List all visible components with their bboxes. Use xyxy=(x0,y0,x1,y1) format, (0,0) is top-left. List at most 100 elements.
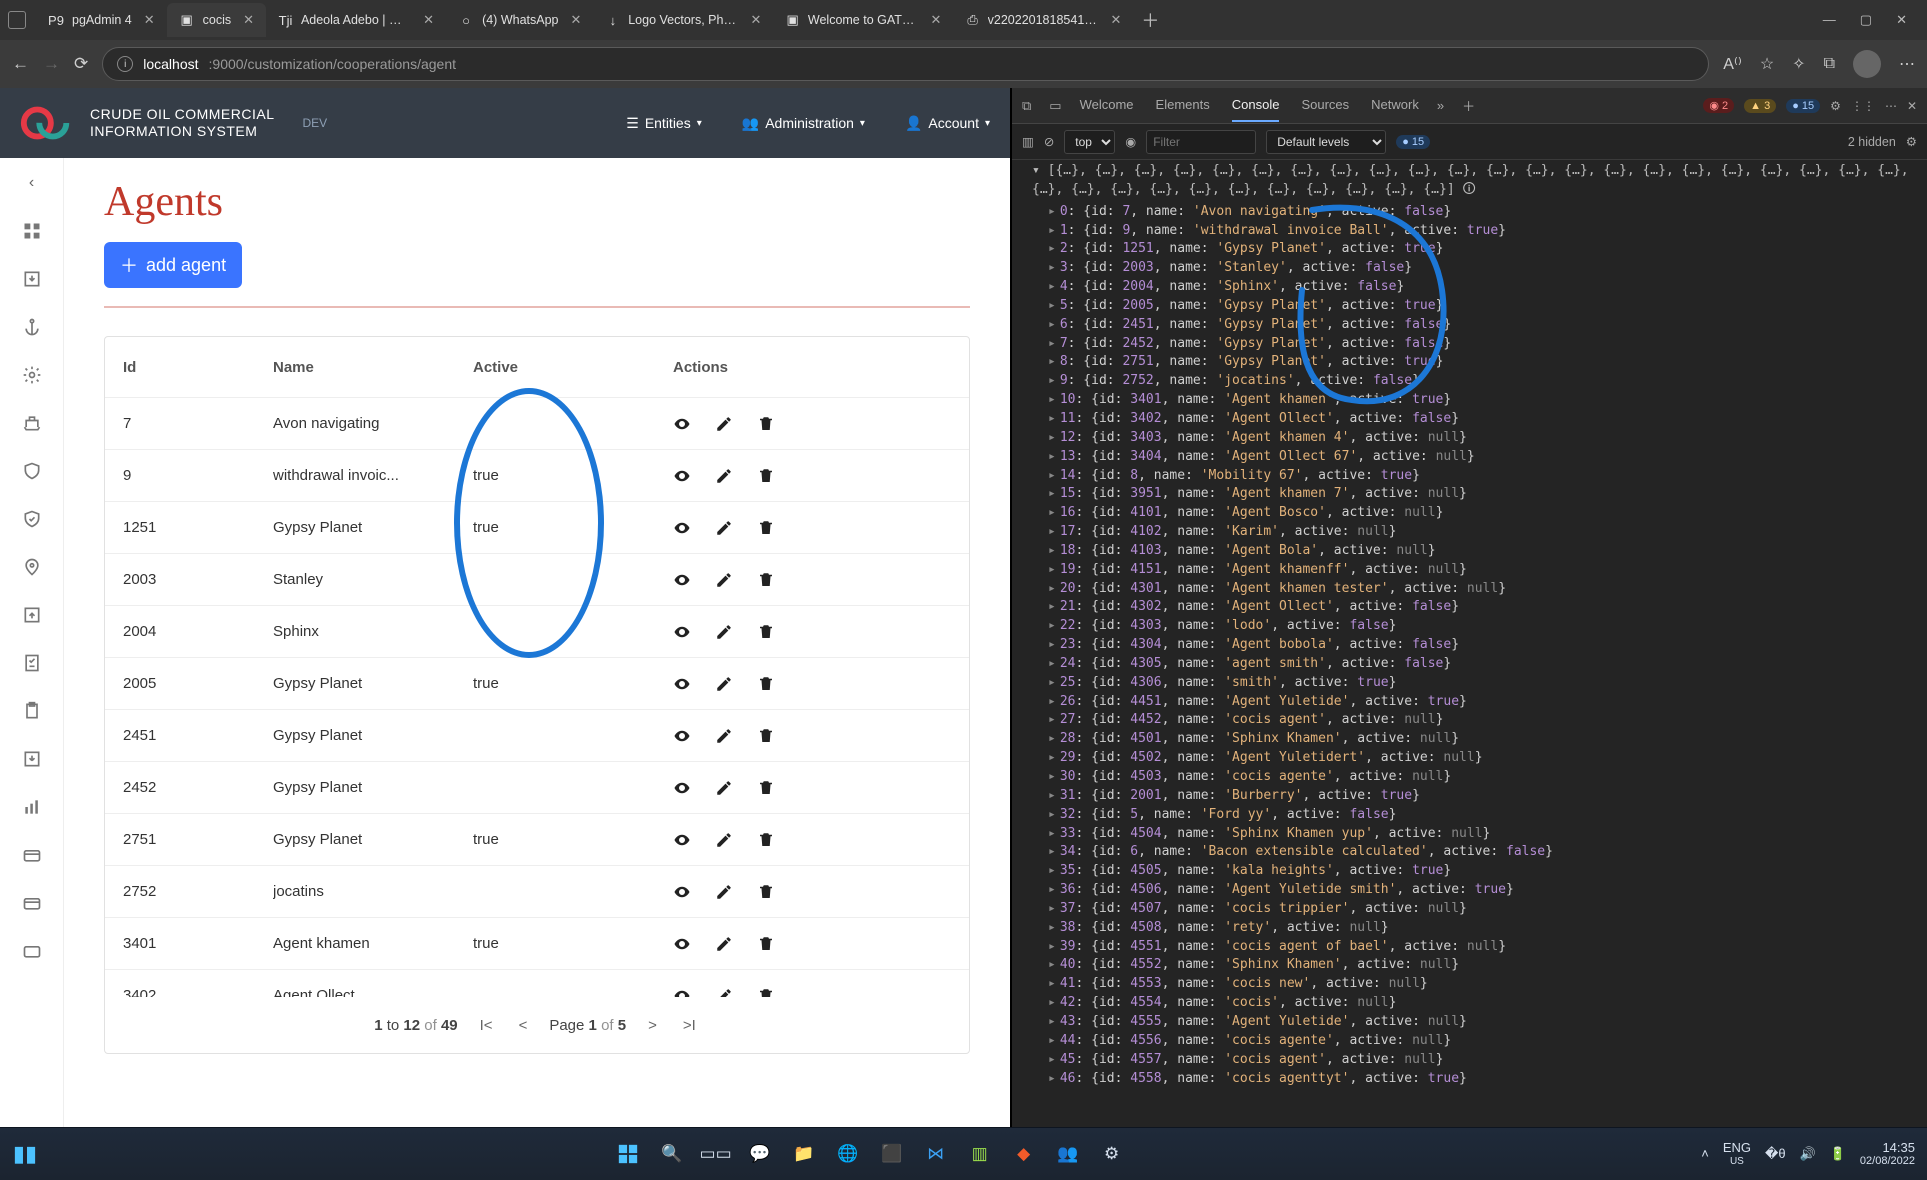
console-entry[interactable]: ▸1: {id: 9, name: 'withdrawal invoice Ba… xyxy=(1020,222,1919,241)
console-entry[interactable]: ▸0: {id: 7, name: 'Avon navigating', act… xyxy=(1020,203,1919,222)
console-entry[interactable]: ▸5: {id: 2005, name: 'Gypsy Planet', act… xyxy=(1020,297,1919,316)
console-entry[interactable]: ▸7: {id: 2452, name: 'Gypsy Planet', act… xyxy=(1020,335,1919,354)
card-icon[interactable] xyxy=(21,844,43,866)
info-badge[interactable]: ● 15 xyxy=(1786,99,1820,113)
hidden-count[interactable]: 2 hidden xyxy=(1848,135,1896,149)
console-entry[interactable]: ▸27: {id: 4452, name: 'cocis agent', act… xyxy=(1020,711,1919,730)
anchor-icon[interactable] xyxy=(21,316,43,338)
device-icon[interactable]: ▭ xyxy=(1049,98,1061,114)
console-entry[interactable]: ▸46: {id: 4558, name: 'cocis agenttyt', … xyxy=(1020,1070,1919,1089)
delete-icon[interactable] xyxy=(757,519,775,537)
read-aloud-icon[interactable]: A⁽⁾ xyxy=(1723,54,1742,74)
console-entry[interactable]: ▸36: {id: 4506, name: 'Agent Yuletide sm… xyxy=(1020,881,1919,900)
view-icon[interactable] xyxy=(673,571,691,589)
console-entry[interactable]: ▸35: {id: 4505, name: 'kala heights', ac… xyxy=(1020,862,1919,881)
edit-icon[interactable] xyxy=(715,779,733,797)
console-entry[interactable]: ▸45: {id: 4557, name: 'cocis agent', act… xyxy=(1020,1051,1919,1070)
browser-tab[interactable]: ↓Logo Vectors, Photos✕ xyxy=(593,3,773,37)
edit-icon[interactable] xyxy=(715,519,733,537)
array-expanded[interactable]: ▾ [{…}, {…}, {…}, {…}, {…}, {…}, {…}, {…… xyxy=(1020,162,1919,200)
sidebar-collapse-icon[interactable]: ‹ xyxy=(21,172,43,194)
console-entry[interactable]: ▸43: {id: 4555, name: 'Agent Yuletide', … xyxy=(1020,1013,1919,1032)
context-select[interactable]: top xyxy=(1064,130,1115,154)
view-icon[interactable] xyxy=(673,883,691,901)
console-entry[interactable]: ▸29: {id: 4502, name: 'Agent Yuletidert'… xyxy=(1020,749,1919,768)
console-entry[interactable]: ▸37: {id: 4507, name: 'cocis trippier', … xyxy=(1020,900,1919,919)
back-icon[interactable]: ← xyxy=(12,54,29,74)
teams-icon[interactable]: 👥 xyxy=(1055,1141,1081,1167)
edge-icon[interactable]: 🌐 xyxy=(835,1141,861,1167)
start-icon[interactable] xyxy=(615,1141,641,1167)
reload-icon[interactable]: ⟳ xyxy=(74,54,88,74)
clear-icon[interactable]: ⊘ xyxy=(1044,134,1054,149)
devtools-tab[interactable]: Welcome xyxy=(1080,89,1134,122)
maximize-icon[interactable]: ▢ xyxy=(1860,12,1872,28)
delete-icon[interactable] xyxy=(757,571,775,589)
edit-icon[interactable] xyxy=(715,415,733,433)
wifi-icon[interactable]: �θ xyxy=(1765,1146,1786,1162)
tab-close-icon[interactable]: ✕ xyxy=(144,12,155,28)
view-icon[interactable] xyxy=(673,623,691,641)
site-info-icon[interactable]: i xyxy=(117,56,133,72)
eye-icon[interactable]: ◉ xyxy=(1125,134,1136,149)
console-entry[interactable]: ▸18: {id: 4103, name: 'Agent Bola', acti… xyxy=(1020,542,1919,561)
widgets-icon[interactable]: ▮▮ xyxy=(12,1141,38,1167)
inspect-icon[interactable]: ⧉ xyxy=(1022,98,1031,114)
favorites-bar-icon[interactable]: ✧ xyxy=(1792,54,1805,74)
view-icon[interactable] xyxy=(673,727,691,745)
brave-icon[interactable]: ◆ xyxy=(1011,1141,1037,1167)
delete-icon[interactable] xyxy=(757,831,775,849)
view-icon[interactable] xyxy=(673,675,691,693)
lang-label[interactable]: ENG xyxy=(1723,1141,1751,1155)
tab-close-icon[interactable]: ✕ xyxy=(1110,12,1121,28)
console-entry[interactable]: ▸12: {id: 3403, name: 'Agent khamen 4', … xyxy=(1020,429,1919,448)
issues-badge[interactable]: ● 15 xyxy=(1396,135,1430,149)
console-entry[interactable]: ▸11: {id: 3402, name: 'Agent Ollect', ac… xyxy=(1020,410,1919,429)
terminal-icon[interactable]: ⬛ xyxy=(879,1141,905,1167)
console-entry[interactable]: ▸19: {id: 4151, name: 'Agent khamenff', … xyxy=(1020,561,1919,580)
console-entry[interactable]: ▸38: {id: 4508, name: 'rety', active: nu… xyxy=(1020,919,1919,938)
tray-chevron-icon[interactable]: ˄ xyxy=(1701,1146,1709,1161)
export-icon[interactable] xyxy=(21,748,43,770)
browser-tab[interactable]: ⎙v22022018185417487✕ xyxy=(953,3,1133,37)
console-entry[interactable]: ▸3: {id: 2003, name: 'Stanley', active: … xyxy=(1020,259,1919,278)
browser-tab[interactable]: TjiAdeola Adebo | Micro✕ xyxy=(266,3,446,37)
edit-icon[interactable] xyxy=(715,727,733,745)
view-icon[interactable] xyxy=(673,779,691,797)
new-tab-button[interactable]: ＋ xyxy=(1141,7,1159,33)
browser-tab[interactable]: ○(4) WhatsApp✕ xyxy=(446,3,593,37)
add-panel-icon[interactable]: ＋ xyxy=(1462,96,1475,115)
console-entry[interactable]: ▸26: {id: 4451, name: 'Agent Yuletide', … xyxy=(1020,693,1919,712)
console-entry[interactable]: ▸28: {id: 4501, name: 'Sphinx Khamen', a… xyxy=(1020,730,1919,749)
nav-administration[interactable]: 👥Administration▾ xyxy=(742,115,865,132)
console-entry[interactable]: ▸39: {id: 4551, name: 'cocis agent of ba… xyxy=(1020,938,1919,957)
pin-icon[interactable] xyxy=(21,556,43,578)
view-icon[interactable] xyxy=(673,831,691,849)
sidebar-toggle-icon[interactable]: ▥ xyxy=(1022,134,1034,149)
dashboard-icon[interactable] xyxy=(21,220,43,242)
nav-entities[interactable]: ☰Entities▾ xyxy=(626,115,702,132)
ship-icon[interactable] xyxy=(21,412,43,434)
edit-icon[interactable] xyxy=(715,571,733,589)
chat-icon[interactable]: 💬 xyxy=(747,1141,773,1167)
edit-icon[interactable] xyxy=(715,467,733,485)
col-id[interactable]: Id xyxy=(123,359,273,376)
browser-tab[interactable]: ▣cocis✕ xyxy=(167,3,266,37)
view-icon[interactable] xyxy=(673,415,691,433)
collections-icon[interactable]: ⧉ xyxy=(1824,55,1835,73)
delete-icon[interactable] xyxy=(757,675,775,693)
devtools-tab[interactable]: Elements xyxy=(1156,89,1210,122)
levels-select[interactable]: Default levels xyxy=(1266,130,1386,154)
close-icon[interactable]: ✕ xyxy=(1896,12,1907,28)
shield-icon[interactable] xyxy=(21,460,43,482)
console-entry[interactable]: ▸30: {id: 4503, name: 'cocis agente', ac… xyxy=(1020,768,1919,787)
download-icon[interactable] xyxy=(21,268,43,290)
view-icon[interactable] xyxy=(673,467,691,485)
console-entry[interactable]: ▸20: {id: 4301, name: 'Agent khamen test… xyxy=(1020,580,1919,599)
console-entry[interactable]: ▸22: {id: 4303, name: 'lodo', active: fa… xyxy=(1020,617,1919,636)
console-entry[interactable]: ▸44: {id: 4556, name: 'cocis agente', ac… xyxy=(1020,1032,1919,1051)
devtools-tab[interactable]: Network xyxy=(1371,89,1419,122)
customize-icon[interactable]: ⋮⋮ xyxy=(1851,99,1875,113)
search-icon[interactable]: 🔍 xyxy=(659,1141,685,1167)
chart-icon[interactable] xyxy=(21,796,43,818)
